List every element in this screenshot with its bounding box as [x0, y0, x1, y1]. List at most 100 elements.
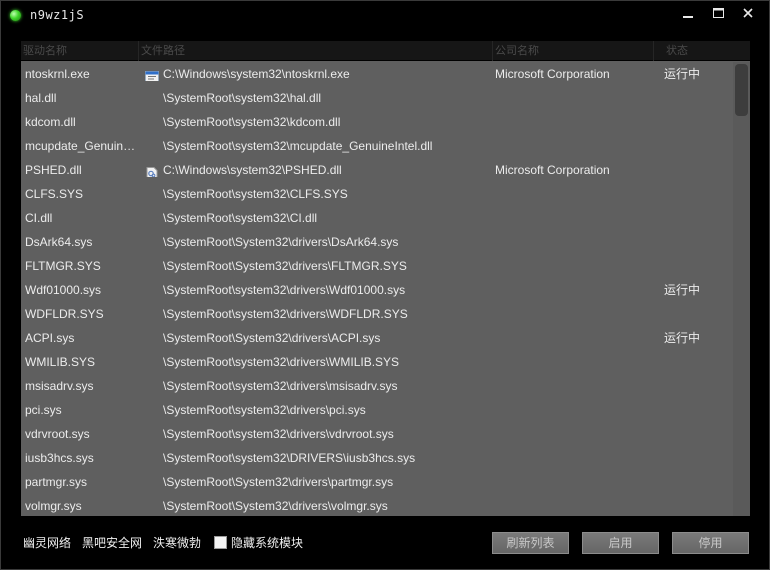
driver-company — [495, 254, 655, 278]
empty-icon — [145, 259, 161, 273]
column-header-company[interactable]: 公司名称 — [493, 41, 654, 61]
table-row[interactable]: FLTMGR.SYS \SystemRoot\System32\drivers\F… — [21, 254, 733, 278]
refresh-list-button[interactable]: 刷新列表 — [492, 532, 569, 554]
table-row[interactable]: CLFS.SYS \SystemRoot\system32\CLFS.SYS — [21, 182, 733, 206]
driver-status: 运行中 — [664, 283, 701, 297]
link-heiba[interactable]: 黑吧安全网 — [82, 534, 142, 551]
empty-icon — [145, 139, 161, 153]
driver-company — [495, 278, 655, 302]
driver-path: \SystemRoot\system32\hal.dll — [163, 91, 322, 105]
empty-icon — [145, 355, 161, 369]
driver-name: Wdf01000.sys — [25, 283, 102, 297]
empty-icon — [145, 283, 161, 297]
driver-status — [664, 494, 724, 516]
table-row[interactable]: kdcom.dll \SystemRoot\system32\kdcom.dll — [21, 110, 733, 134]
driver-path: C:\Windows\system32\PSHED.dll — [163, 163, 342, 177]
driver-company — [495, 182, 655, 206]
driver-company — [495, 86, 655, 110]
table-row[interactable]: partmgr.sys \SystemRoot\System32\drivers\… — [21, 470, 733, 494]
driver-status — [664, 86, 724, 110]
driver-status — [664, 350, 724, 374]
close-button[interactable] — [733, 3, 763, 23]
enable-button[interactable]: 启用 — [582, 532, 659, 554]
title-bar[interactable]: n9wz1jS — [1, 1, 769, 29]
driver-company — [495, 134, 655, 158]
driver-company — [495, 494, 655, 516]
driver-name: vdrvroot.sys — [25, 427, 90, 441]
column-header-path[interactable]: 文件路径 — [139, 41, 493, 61]
driver-company — [495, 422, 655, 446]
table-row[interactable]: volmgr.sys \SystemRoot\System32\drivers\v… — [21, 494, 733, 516]
hide-system-modules-label[interactable]: 隐藏系统模块 — [231, 534, 303, 551]
driver-path: \SystemRoot\System32\drivers\FLTMGR.SYS — [163, 259, 407, 273]
dll-file-icon — [145, 163, 161, 177]
column-header-status[interactable]: 状态 — [654, 41, 711, 61]
driver-status — [664, 422, 724, 446]
driver-list[interactable]: 驱动名称 文件路径 公司名称 状态 ntoskrnl.exe C:\Windows… — [21, 41, 750, 516]
driver-company — [495, 326, 655, 350]
driver-name: hal.dll — [25, 91, 57, 105]
table-row[interactable]: msisadrv.sys \SystemRoot\system32\drivers… — [21, 374, 733, 398]
driver-status: 运行中 — [664, 67, 701, 81]
table-row[interactable]: ACPI.sys \SystemRoot\System32\drivers\ACP… — [21, 326, 733, 350]
column-header-name[interactable]: 驱动名称 — [21, 41, 139, 61]
empty-icon — [145, 211, 161, 225]
table-row[interactable]: hal.dll \SystemRoot\system32\hal.dll — [21, 86, 733, 110]
driver-company — [495, 110, 655, 134]
driver-status — [664, 230, 724, 254]
minimize-button[interactable] — [673, 3, 703, 23]
table-row[interactable]: WMILIB.SYS \SystemRoot\system32\drivers\W… — [21, 350, 733, 374]
table-row[interactable]: Wdf01000.sys \SystemRoot\system32\drivers… — [21, 278, 733, 302]
close-icon — [743, 8, 753, 18]
table-row[interactable]: DsArk64.sys \SystemRoot\System32\drivers\… — [21, 230, 733, 254]
driver-status — [664, 182, 724, 206]
table-row[interactable]: WDFLDR.SYS \SystemRoot\system32\drivers\W… — [21, 302, 733, 326]
table-row[interactable]: iusb3hcs.sys \SystemRoot\system32\DRIVERS… — [21, 446, 733, 470]
driver-name: volmgr.sys — [25, 499, 82, 513]
table-row[interactable]: PSHED.dll C:\Windows\system32\PSHED.dll Mi… — [21, 158, 733, 182]
driver-path: \SystemRoot\system32\CLFS.SYS — [163, 187, 348, 201]
driver-status — [664, 446, 724, 470]
link-youling[interactable]: 幽灵网络 — [23, 534, 71, 551]
driver-path: \SystemRoot\system32\DRIVERS\iusb3hcs.sy… — [163, 451, 416, 465]
driver-path: \SystemRoot\system32\mcupdate_GenuineInt… — [163, 139, 433, 153]
empty-icon — [145, 379, 161, 393]
empty-icon — [145, 475, 161, 489]
table-row[interactable]: mcupdate_GenuineIntel.dll \SystemRoot\sys… — [21, 134, 733, 158]
driver-name: iusb3hcs.sys — [25, 451, 94, 465]
driver-company — [495, 374, 655, 398]
driver-path: \SystemRoot\System32\drivers\DsArk64.sys — [163, 235, 399, 249]
empty-icon — [145, 307, 161, 321]
driver-name: WDFLDR.SYS — [25, 307, 104, 321]
scroll-thumb[interactable] — [735, 64, 748, 116]
driver-name: ntoskrnl.exe — [25, 67, 90, 81]
driver-path: \SystemRoot\System32\drivers\volmgr.sys — [163, 499, 388, 513]
table-row[interactable]: ntoskrnl.exe C:\Windows\system32\ntoskrnl… — [21, 62, 733, 86]
window-title: n9wz1jS — [30, 8, 85, 22]
driver-company — [495, 446, 655, 470]
link-weibo[interactable]: 泆寒微勃 — [153, 534, 201, 551]
vertical-scrollbar[interactable] — [733, 62, 750, 516]
hide-system-modules-checkbox[interactable] — [214, 536, 227, 549]
empty-icon — [145, 235, 161, 249]
driver-rows: ntoskrnl.exe C:\Windows\system32\ntoskrnl… — [21, 62, 733, 516]
driver-status — [664, 398, 724, 422]
driver-path: \SystemRoot\system32\CI.dll — [163, 211, 318, 225]
disable-button[interactable]: 停用 — [672, 532, 749, 554]
driver-status — [664, 110, 724, 134]
driver-path: \SystemRoot\System32\drivers\partmgr.sys — [163, 475, 394, 489]
table-row[interactable]: CI.dll \SystemRoot\system32\CI.dll — [21, 206, 733, 230]
driver-path: \SystemRoot\system32\drivers\vdrvroot.sy… — [163, 427, 394, 441]
driver-path: \SystemRoot\System32\drivers\ACPI.sys — [163, 331, 381, 345]
list-header: 驱动名称 文件路径 公司名称 状态 — [21, 41, 750, 61]
driver-path: \SystemRoot\system32\drivers\msisadrv.sy… — [163, 379, 398, 393]
driver-status — [664, 302, 724, 326]
window-controls — [673, 3, 763, 23]
table-row[interactable]: vdrvroot.sys \SystemRoot\system32\drivers… — [21, 422, 733, 446]
driver-name: DsArk64.sys — [25, 235, 93, 249]
driver-path: \SystemRoot\system32\drivers\WMILIB.SYS — [163, 355, 400, 369]
maximize-button[interactable] — [703, 3, 733, 23]
empty-icon — [145, 187, 161, 201]
table-row[interactable]: pci.sys \SystemRoot\system32\drivers\pci.… — [21, 398, 733, 422]
driver-name: kdcom.dll — [25, 115, 76, 129]
